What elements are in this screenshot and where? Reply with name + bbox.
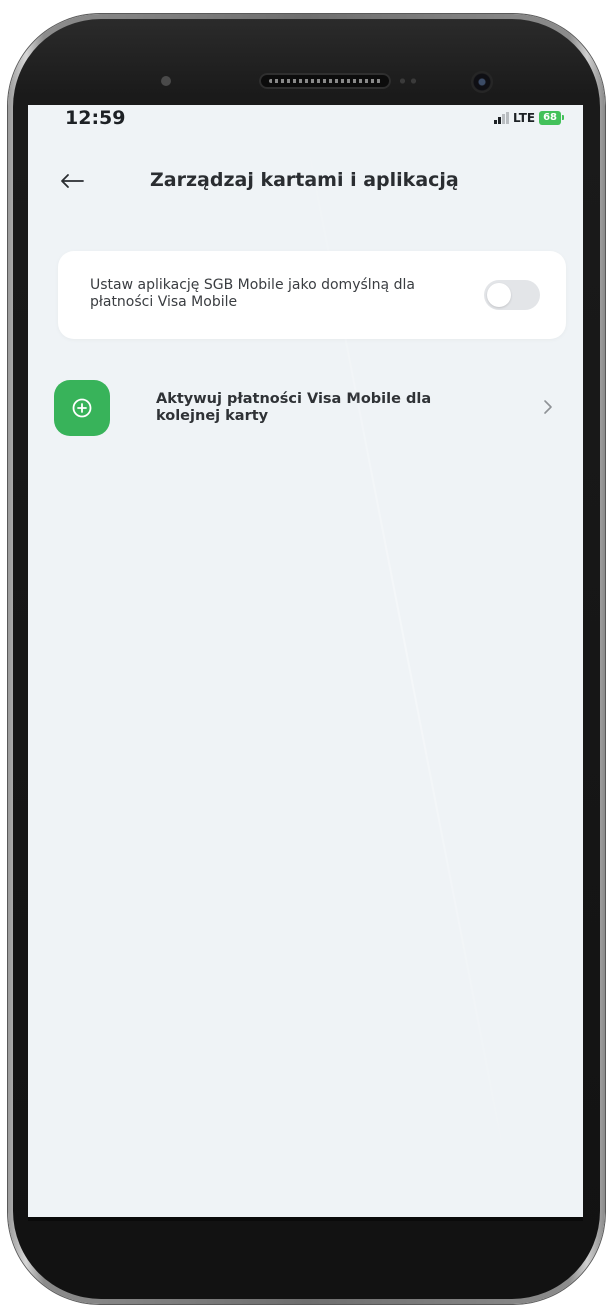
battery-icon: 68	[539, 111, 564, 125]
signal-icon	[494, 112, 510, 124]
default-app-toggle[interactable]	[484, 280, 540, 310]
speaker-grill	[269, 79, 381, 83]
page-title: Zarządzaj kartami i aplikacją	[150, 169, 459, 191]
earpiece-speaker	[259, 73, 391, 89]
activate-visa-mobile-row[interactable]: Aktywuj płatności Visa Mobile dla kolejn…	[52, 377, 566, 439]
page-header: Zarządzaj kartami i aplikacją	[28, 155, 583, 205]
screen-bottom-edge	[28, 1217, 583, 1221]
plus-circle-icon	[72, 398, 92, 418]
default-app-setting-card: Ustaw aplikację SGB Mobile jako domyślną…	[58, 251, 566, 339]
status-time: 12:59	[65, 107, 126, 129]
status-indicators: LTE 68	[494, 111, 564, 125]
status-bar: 12:59 LTE 68	[28, 105, 583, 137]
chevron-right-icon	[538, 395, 558, 419]
back-button[interactable]	[56, 165, 88, 197]
activate-icon-tile	[54, 380, 110, 436]
app-screen: 12:59 LTE 68 Zarządzaj kartami i aplikac…	[28, 105, 583, 1217]
light-sensor	[397, 77, 419, 85]
network-type: LTE	[513, 111, 536, 125]
default-app-setting-label: Ustaw aplikację SGB Mobile jako domyślną…	[90, 277, 415, 310]
arrow-left-icon	[61, 174, 84, 188]
activate-visa-mobile-label: Aktywuj płatności Visa Mobile dla kolejn…	[156, 391, 432, 424]
toggle-knob	[487, 283, 511, 307]
proximity-sensor	[161, 76, 171, 86]
front-camera	[471, 71, 493, 93]
